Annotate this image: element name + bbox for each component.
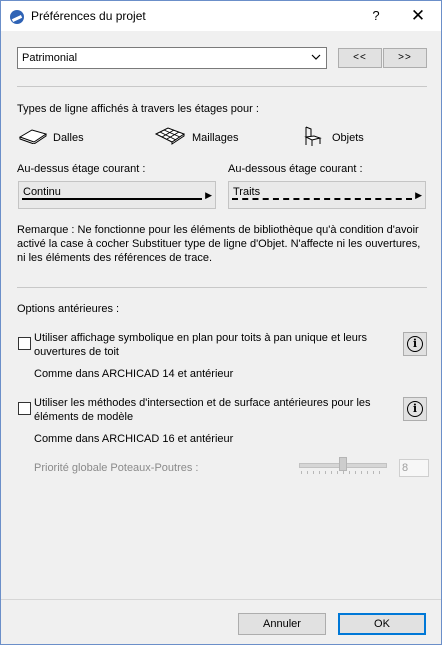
archicad-app-icon bbox=[10, 10, 24, 24]
close-button[interactable]: ✕ bbox=[410, 6, 426, 26]
priority-slider-ticks bbox=[301, 471, 385, 474]
above-story-linetype-button[interactable]: Continu ▶ bbox=[18, 181, 216, 209]
ok-button[interactable]: OK bbox=[338, 613, 426, 635]
priority-value-field[interactable]: 8 bbox=[399, 459, 429, 477]
solid-line-preview bbox=[22, 198, 202, 200]
slab-icon bbox=[18, 128, 48, 147]
legacy-intersection-checkbox[interactable] bbox=[18, 402, 31, 415]
symbolic-roof-display-checkbox[interactable] bbox=[18, 337, 31, 350]
preferences-dropdown[interactable]: Patrimonial bbox=[17, 47, 327, 69]
chair-object-icon bbox=[302, 125, 324, 150]
caret-right-icon: ▶ bbox=[415, 190, 422, 200]
chevron-down-icon bbox=[311, 50, 321, 67]
help-button[interactable]: ? bbox=[369, 8, 383, 23]
column-beam-priority-label: Priorité globale Poteaux-Poutres : bbox=[34, 462, 199, 474]
remark-text: Remarque : Ne fonctionne pour les élémen… bbox=[17, 224, 421, 264]
linetypes-heading: Types de ligne affichés à travers les ét… bbox=[17, 103, 259, 115]
below-story-label: Au-dessous étage courant : bbox=[228, 163, 363, 175]
info-button-2[interactable]: i bbox=[403, 397, 427, 421]
archicad-14-note: Comme dans ARCHICAD 14 et antérieur bbox=[34, 368, 234, 380]
dashed-line-preview bbox=[232, 198, 412, 200]
footer-separator bbox=[1, 599, 441, 600]
above-linetype-value: Continu bbox=[23, 186, 61, 198]
next-page-button[interactable]: >> bbox=[383, 48, 427, 68]
legacy-intersection-label: Utiliser les méthodes d'intersection et … bbox=[34, 397, 371, 423]
title-bar: Préférences du projet ? ✕ bbox=[1, 1, 441, 31]
category-objects: Objets bbox=[332, 132, 364, 144]
project-preferences-dialog: Préférences du projet ? ✕ Patrimonial <<… bbox=[0, 0, 442, 645]
below-story-linetype-button[interactable]: Traits ▶ bbox=[228, 181, 426, 209]
category-slabs: Dalles bbox=[53, 132, 84, 144]
archicad-16-note: Comme dans ARCHICAD 16 et antérieur bbox=[34, 433, 234, 445]
mesh-icon bbox=[154, 126, 186, 149]
category-meshes: Maillages bbox=[192, 132, 239, 144]
info-button-1[interactable]: i bbox=[403, 332, 427, 356]
symbolic-roof-display-label: Utiliser affichage symbolique en plan po… bbox=[34, 332, 368, 358]
separator bbox=[17, 287, 427, 288]
dialog-title: Préférences du projet bbox=[31, 9, 146, 23]
dropdown-value: Patrimonial bbox=[22, 52, 78, 64]
below-linetype-value: Traits bbox=[233, 186, 261, 198]
legacy-options-heading: Options antérieures : bbox=[17, 303, 120, 315]
separator bbox=[17, 86, 427, 87]
info-icon: i bbox=[407, 336, 423, 352]
priority-slider-thumb[interactable] bbox=[339, 457, 347, 471]
info-icon: i bbox=[407, 401, 423, 417]
above-story-label: Au-dessus étage courant : bbox=[17, 163, 146, 175]
caret-right-icon: ▶ bbox=[205, 190, 212, 200]
previous-page-button[interactable]: << bbox=[338, 48, 382, 68]
cancel-button[interactable]: Annuler bbox=[238, 613, 326, 635]
